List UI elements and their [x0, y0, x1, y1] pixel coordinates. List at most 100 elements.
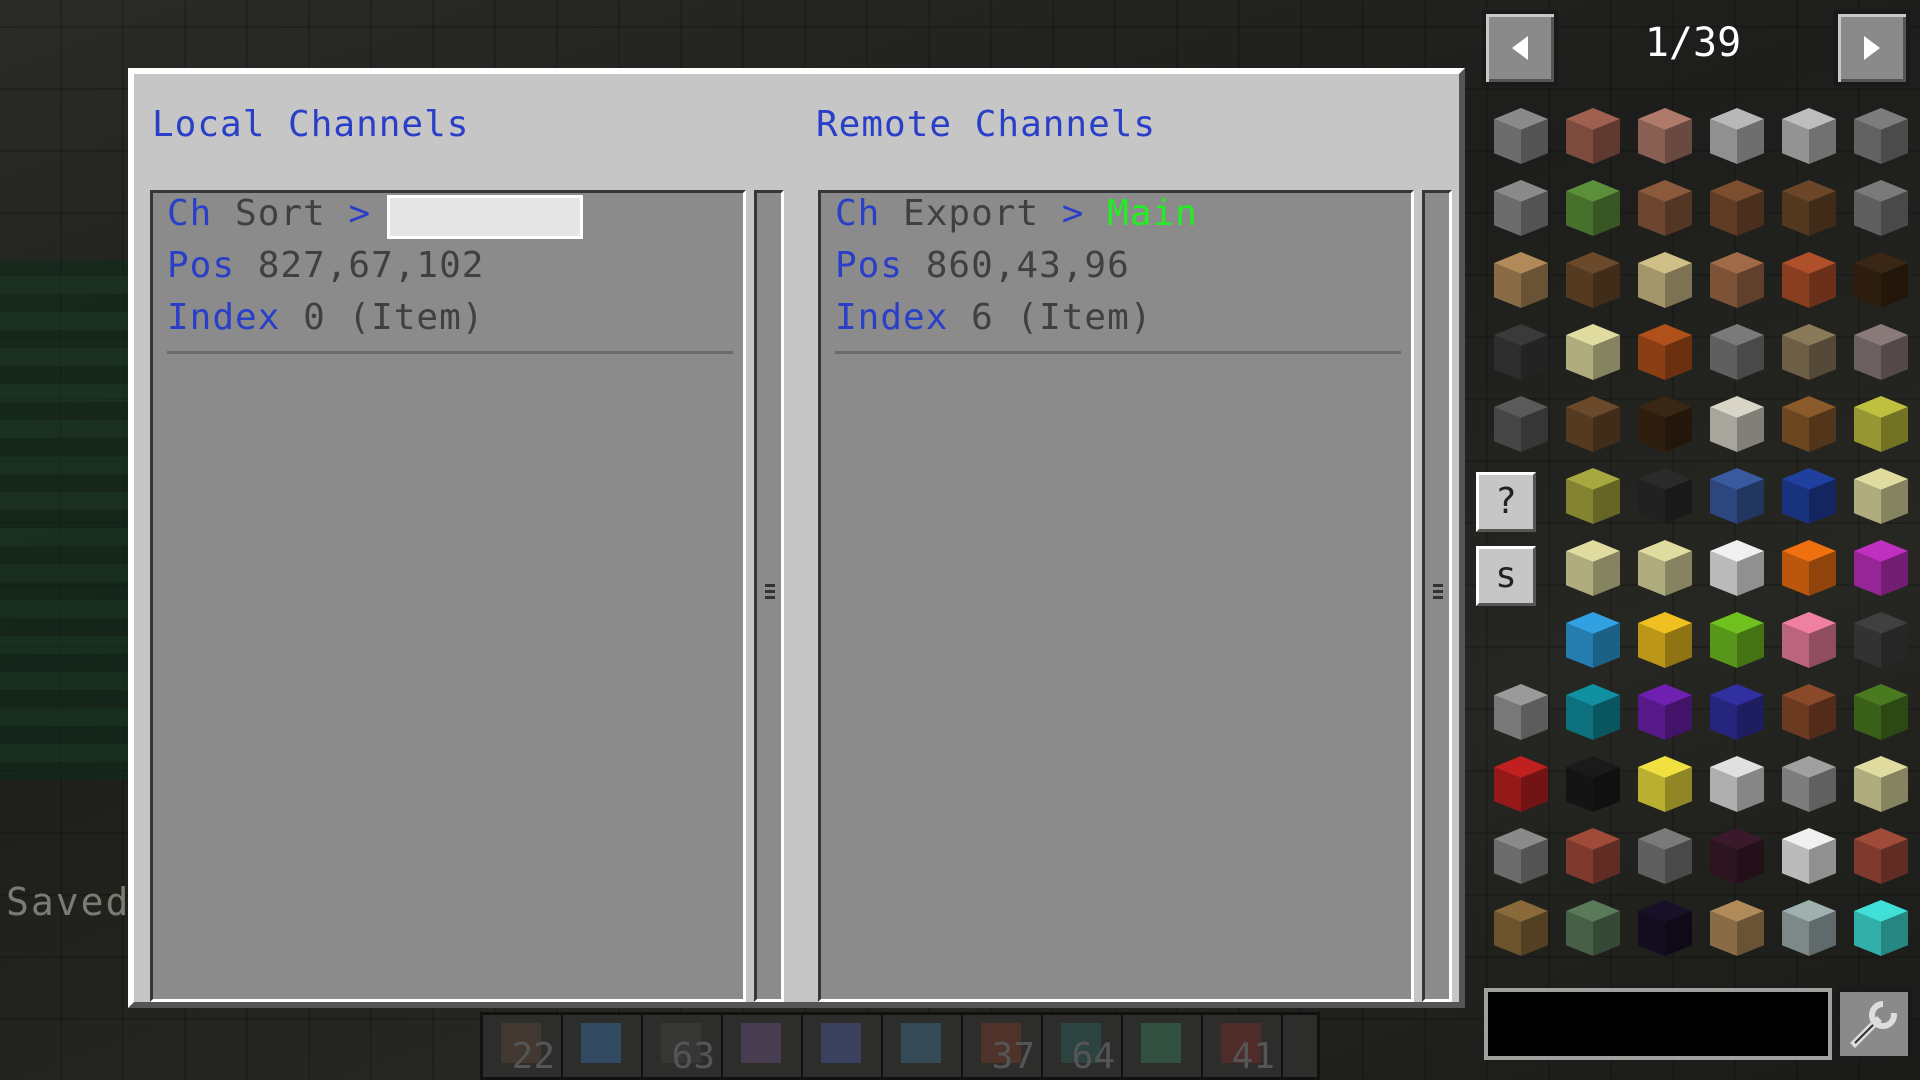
item-slot[interactable]: [1556, 244, 1628, 316]
item-slot[interactable]: [1844, 676, 1916, 748]
hotbar-slot[interactable]: [723, 1015, 803, 1077]
item-slot[interactable]: [1844, 244, 1916, 316]
item-slot[interactable]: [1556, 820, 1628, 892]
next-page-button[interactable]: [1834, 10, 1910, 86]
hotbar-slot[interactable]: 22: [483, 1015, 563, 1077]
item-slot[interactable]: [1844, 172, 1916, 244]
item-slot[interactable]: [1772, 892, 1844, 964]
item-slot[interactable]: [1700, 172, 1772, 244]
item-slot[interactable]: [1628, 604, 1700, 676]
local-channel-list[interactable]: Ch Sort > Pos 827,67,102 Index 0 (Item): [150, 190, 746, 1002]
item-slot[interactable]: [1700, 892, 1772, 964]
item-slot[interactable]: [1700, 316, 1772, 388]
scrollbar-grip-icon[interactable]: [1433, 583, 1443, 599]
item-slot[interactable]: [1484, 820, 1556, 892]
item-slot[interactable]: [1484, 388, 1556, 460]
block-icon: [1782, 900, 1836, 956]
item-slot[interactable]: [1772, 244, 1844, 316]
item-slot[interactable]: [1556, 388, 1628, 460]
index-label: Index: [835, 297, 949, 338]
channel-value: Sort: [235, 193, 326, 234]
hotbar-slot[interactable]: 63: [643, 1015, 723, 1077]
item-slot[interactable]: [1556, 748, 1628, 820]
item-slot[interactable]: [1556, 532, 1628, 604]
item-slot[interactable]: [1628, 388, 1700, 460]
item-slot[interactable]: [1484, 316, 1556, 388]
item-slot[interactable]: [1844, 532, 1916, 604]
item-slot[interactable]: [1484, 100, 1556, 172]
item-slot[interactable]: [1772, 100, 1844, 172]
item-slot[interactable]: [1556, 172, 1628, 244]
item-slot[interactable]: [1700, 460, 1772, 532]
block-icon: [1494, 828, 1548, 884]
block-icon: [1854, 540, 1908, 596]
item-slot[interactable]: [1628, 100, 1700, 172]
item-slot[interactable]: [1484, 748, 1556, 820]
hotbar-slot[interactable]: [563, 1015, 643, 1077]
config-button[interactable]: [1836, 988, 1912, 1060]
item-slot[interactable]: [1556, 892, 1628, 964]
hotbar-slot[interactable]: [883, 1015, 963, 1077]
item-slot[interactable]: [1700, 388, 1772, 460]
item-slot[interactable]: [1772, 172, 1844, 244]
scrollbar-grip-icon[interactable]: [765, 583, 775, 599]
item-slot[interactable]: [1628, 748, 1700, 820]
remote-scrollbar[interactable]: [1422, 190, 1452, 1002]
item-slot[interactable]: [1484, 172, 1556, 244]
item-slot[interactable]: [1700, 820, 1772, 892]
hotbar-slot[interactable]: [1123, 1015, 1203, 1077]
item-search-input[interactable]: [1484, 988, 1832, 1060]
item-slot[interactable]: [1700, 604, 1772, 676]
prev-page-button[interactable]: [1482, 10, 1558, 86]
item-slot[interactable]: [1844, 748, 1916, 820]
item-slot[interactable]: [1844, 316, 1916, 388]
item-slot[interactable]: [1628, 460, 1700, 532]
item-slot[interactable]: [1556, 676, 1628, 748]
block-icon: [1566, 180, 1620, 236]
item-slot[interactable]: [1844, 604, 1916, 676]
item-slot[interactable]: [1628, 316, 1700, 388]
item-slot[interactable]: [1556, 460, 1628, 532]
hotbar-slot[interactable]: 64: [1043, 1015, 1123, 1077]
item-slot[interactable]: [1700, 244, 1772, 316]
item-slot[interactable]: [1628, 676, 1700, 748]
item-slot[interactable]: [1700, 748, 1772, 820]
item-slot[interactable]: [1628, 892, 1700, 964]
block-icon: [1638, 396, 1692, 452]
item-slot[interactable]: [1844, 892, 1916, 964]
remote-channel-list[interactable]: Ch Export > Main Pos 860,43,96 Index 6 (…: [818, 190, 1414, 1002]
item-slot[interactable]: [1772, 748, 1844, 820]
item-slot[interactable]: [1700, 676, 1772, 748]
block-icon: [1638, 900, 1692, 956]
item-slot[interactable]: [1772, 676, 1844, 748]
item-slot[interactable]: [1844, 820, 1916, 892]
item-slot[interactable]: [1628, 244, 1700, 316]
item-slot[interactable]: [1628, 172, 1700, 244]
item-slot[interactable]: [1484, 244, 1556, 316]
item-slot[interactable]: [1772, 532, 1844, 604]
item-slot[interactable]: [1772, 316, 1844, 388]
block-icon: [1782, 324, 1836, 380]
item-slot[interactable]: [1844, 460, 1916, 532]
item-slot[interactable]: [1556, 316, 1628, 388]
item-slot[interactable]: [1700, 532, 1772, 604]
item-slot[interactable]: [1844, 388, 1916, 460]
local-scrollbar[interactable]: [754, 190, 784, 1002]
hotbar-item-icon: [901, 1023, 941, 1063]
item-slot[interactable]: [1628, 532, 1700, 604]
item-slot[interactable]: [1484, 892, 1556, 964]
item-slot[interactable]: [1772, 604, 1844, 676]
hotbar-slot[interactable]: 41: [1203, 1015, 1283, 1077]
item-slot[interactable]: [1772, 460, 1844, 532]
item-slot[interactable]: [1844, 100, 1916, 172]
item-slot[interactable]: [1484, 676, 1556, 748]
item-slot[interactable]: [1700, 100, 1772, 172]
item-slot[interactable]: [1556, 604, 1628, 676]
hotbar-slot[interactable]: [803, 1015, 883, 1077]
item-slot[interactable]: [1628, 820, 1700, 892]
item-slot[interactable]: [1772, 388, 1844, 460]
item-slot[interactable]: [1556, 100, 1628, 172]
item-slot[interactable]: [1772, 820, 1844, 892]
hotbar-slot[interactable]: 37: [963, 1015, 1043, 1077]
local-channel-name-input[interactable]: [387, 195, 583, 239]
